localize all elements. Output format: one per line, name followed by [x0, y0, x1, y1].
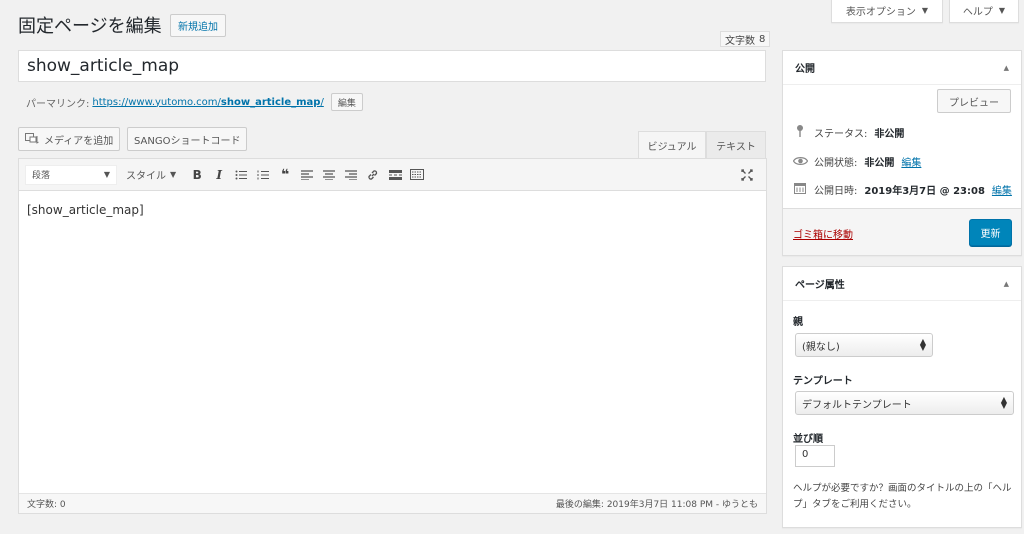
- preview-button[interactable]: プレビュー: [937, 89, 1011, 113]
- status-row: ステータス: 非公開: [793, 125, 904, 140]
- pin-icon: [793, 125, 807, 140]
- page-attributes-box: ページ属性 ▲ 親 (親なし) ▲ ▼ テンプレート デフォルトテンプレート ▲ ▼…: [782, 266, 1022, 528]
- select-arrows-icon: ▲ ▼: [919, 337, 926, 352]
- dropdown-arrow-icon: ▼: [103, 170, 110, 179]
- select-arrows-icon: ▲ ▼: [1000, 395, 1007, 410]
- order-input[interactable]: 0: [795, 445, 835, 467]
- permalink-link[interactable]: https://www.yutomo.com/show_article_map/: [92, 97, 323, 108]
- add-media-button[interactable]: メディアを追加: [18, 127, 121, 151]
- editor-content[interactable]: [show_article_map]: [27, 203, 144, 217]
- trash-link[interactable]: ゴミ箱に移動: [793, 226, 853, 241]
- status-wordcount: 文字数: 0: [27, 500, 66, 510]
- align-right-icon[interactable]: [340, 164, 362, 186]
- parent-label: 親: [793, 317, 803, 328]
- visibility-label: 公開状態:: [814, 158, 858, 169]
- publish-box-title: 公開: [795, 64, 815, 75]
- screen-options-tab[interactable]: 表示オプション ▼: [831, 0, 943, 23]
- sango-shortcode-button[interactable]: SANGOショートコード: [127, 127, 248, 151]
- permalink: パーマリンク: https://www.yutomo.com/show_arti…: [26, 93, 363, 111]
- order-label: 並び順: [793, 434, 823, 445]
- tab-visual[interactable]: ビジュアル: [638, 131, 706, 159]
- bullet-list-icon[interactable]: [230, 164, 252, 186]
- help-text: ヘルプが必要ですか？画面のタイトルの上の「ヘルプ」タブをご利用ください。: [793, 483, 1012, 510]
- read-more-icon[interactable]: [384, 164, 406, 186]
- link-icon[interactable]: [362, 164, 384, 186]
- help-tab[interactable]: ヘルプ ▼: [949, 0, 1019, 23]
- media-icon: [25, 133, 39, 144]
- align-center-icon[interactable]: [318, 164, 340, 186]
- fullscreen-icon[interactable]: [736, 164, 758, 186]
- collapse-icon[interactable]: ▲: [1004, 280, 1009, 288]
- style-select-label: スタイル: [126, 171, 166, 182]
- align-left-icon[interactable]: [296, 164, 318, 186]
- permalink-base: https://www.yutomo.com/: [92, 96, 221, 108]
- numbered-list-icon[interactable]: [252, 164, 274, 186]
- editor: 段落 ▼ スタイル ▼ B I ❝ [show_article_map] 文字数…: [18, 158, 767, 514]
- template-label: テンプレート: [793, 376, 853, 387]
- collapse-icon[interactable]: ▲: [1004, 64, 1009, 72]
- char-count-label: 文字数: [725, 35, 755, 47]
- publish-box-header[interactable]: 公開 ▲: [783, 51, 1021, 85]
- parent-select[interactable]: (親なし) ▲ ▼: [795, 333, 933, 357]
- status-label: ステータス:: [814, 129, 868, 140]
- template-select[interactable]: デフォルトテンプレート ▲ ▼: [795, 391, 1014, 415]
- char-count-badge: 文字数 8: [720, 31, 771, 47]
- update-button[interactable]: 更新: [969, 219, 1012, 246]
- status-value: 非公開: [874, 129, 905, 140]
- add-media-label: メディアを追加: [44, 135, 114, 147]
- calendar-icon: [793, 182, 807, 197]
- permalink-label: パーマリンク:: [26, 98, 90, 110]
- blockquote-icon[interactable]: ❝: [274, 164, 296, 186]
- bold-icon[interactable]: B: [186, 164, 208, 186]
- page-attributes-header[interactable]: ページ属性 ▲: [783, 267, 1021, 301]
- help-label: ヘルプ: [962, 6, 993, 18]
- italic-icon[interactable]: I: [208, 164, 230, 186]
- tab-text[interactable]: テキスト: [706, 131, 766, 159]
- add-new-button[interactable]: 新規追加: [170, 14, 226, 37]
- page-title: 固定ページを編集: [18, 16, 162, 37]
- char-count-value: 8: [759, 33, 766, 45]
- parent-select-value: (親なし): [802, 341, 840, 353]
- date-value: 2019年3月7日 @ 23:08: [864, 186, 985, 197]
- page-attributes-title: ページ属性: [795, 280, 845, 291]
- visibility-value: 非公開: [864, 158, 895, 169]
- style-select[interactable]: スタイル ▼: [126, 167, 176, 182]
- editor-statusbar: 文字数: 0 最後の編集: 2019年3月7日 11:08 PM - ゆうとも: [19, 493, 766, 513]
- visibility-row: 公開状態: 非公開 編集: [792, 154, 921, 169]
- publish-actions: ゴミ箱に移動 更新: [783, 208, 1021, 255]
- caret-down-icon: ▼: [998, 5, 1006, 15]
- format-select[interactable]: 段落 ▼: [25, 164, 117, 185]
- format-select-value: 段落: [32, 171, 51, 181]
- dropdown-arrow-icon: ▼: [170, 170, 177, 179]
- permalink-slug: show_article_map: [220, 96, 321, 108]
- toolbar-toggle-icon[interactable]: [406, 164, 428, 186]
- date-row: 公開日時: 2019年3月7日 @ 23:08 編集: [793, 182, 1012, 197]
- caret-down-icon: ▼: [921, 5, 929, 15]
- publish-box: 公開 ▲ プレビュー ステータス: 非公開 公開状態: 非公開 編集 公開日時:…: [782, 50, 1022, 256]
- eye-icon: [792, 155, 809, 169]
- screen-options-label: 表示オプション: [845, 6, 916, 18]
- template-select-value: デフォルトテンプレート: [802, 399, 912, 411]
- date-edit-link[interactable]: 編集: [992, 182, 1012, 197]
- visibility-edit-link[interactable]: 編集: [901, 154, 921, 169]
- permalink-edit-button[interactable]: 編集: [330, 93, 363, 111]
- permalink-suffix: /: [320, 96, 324, 108]
- status-last-edit: 最後の編集: 2019年3月7日 11:08 PM - ゆうとも: [555, 500, 758, 510]
- post-title-input[interactable]: show_article_map: [18, 50, 766, 82]
- editor-toolbar: 段落 ▼ スタイル ▼ B I ❝: [19, 159, 766, 191]
- date-label: 公開日時:: [814, 186, 858, 197]
